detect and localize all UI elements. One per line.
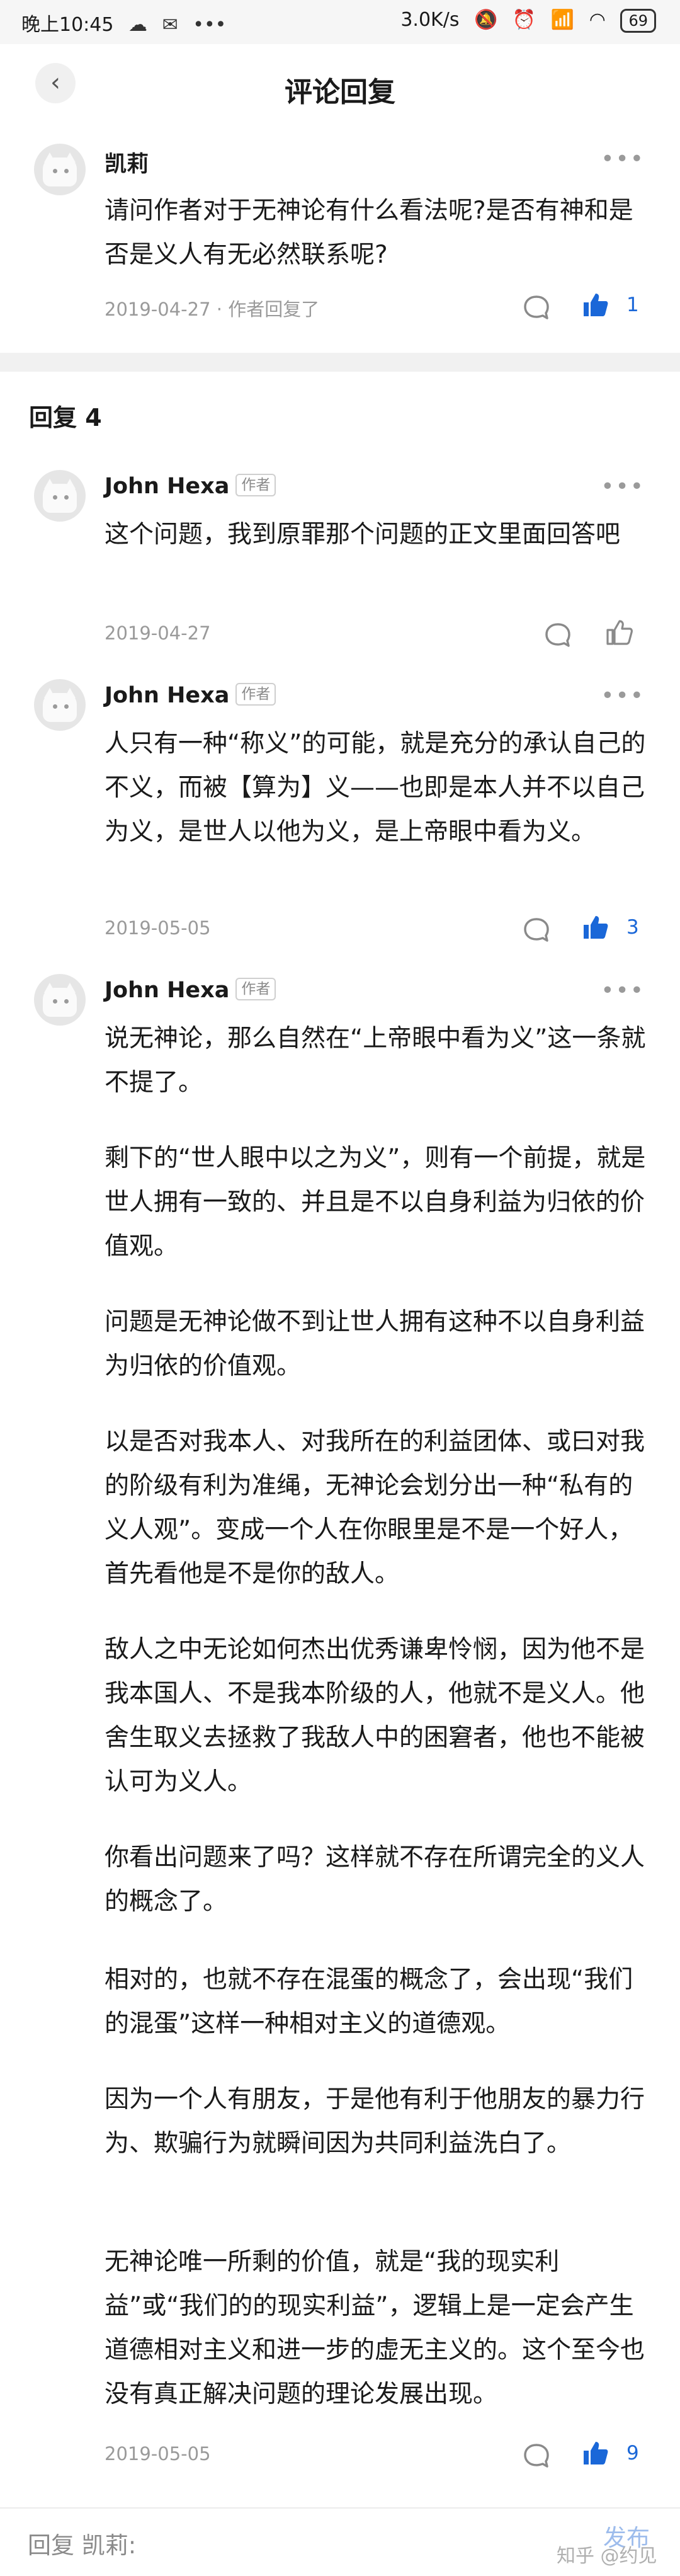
cloud-icon: ☁ [128,14,148,36]
status-time: 晚上10:45 [21,14,114,36]
like-icon[interactable] [582,2439,609,2467]
comment-icon[interactable] [523,2442,550,2470]
like-icon[interactable] [606,619,633,646]
reply-input[interactable]: 回复 凯莉: [28,2526,136,2560]
reply-paragraph: 剩下的“世人眼中以之为义”，则有一个前提，就是世人拥有一致的、并且是不以自身利益… [105,1144,646,1261]
avatar[interactable] [34,470,86,522]
avatar[interactable] [34,679,86,731]
signal-icon: 📶 [550,9,575,31]
network-speed: 3.0K/s [400,9,460,31]
comment-icon[interactable] [544,621,572,649]
notification-dots-icon: ••• [193,14,227,36]
reply-text: 人只有一种“称义”的可能，就是充分的承认自己的不义，而被【算为】义——也即是本人… [105,722,646,854]
avatar[interactable] [34,144,86,195]
reply-author[interactable]: John Hexa 作者 [105,978,276,1003]
replies-header: 回复 4 [29,404,102,432]
author-replied-label[interactable]: · 作者回复了 [217,299,319,320]
alarm-icon: ⏰ [512,9,536,31]
reply-input-bar: 回复 凯莉: 发布 知乎 @约见 [0,2507,680,2576]
page-header: ‹ 评论回复 [0,44,680,139]
like-count: 9 [626,2442,639,2464]
author-badge: 作者 [235,474,276,496]
reply-paragraph: 人只有一种“称义”的可能，就是充分的承认自己的不义，而被【算为】义——也即是本人… [105,730,646,846]
watermark: 知乎 @约见 [557,2545,657,2567]
reply-paragraph: 说无神论，那么自然在“上帝眼中看为义”这一条就不提了。 [105,1024,646,1097]
author-badge: 作者 [235,978,276,1000]
reply-date: 2019-04-27 [105,622,211,644]
like-count: 1 [626,294,639,316]
comment-icon[interactable] [523,916,550,944]
like-icon[interactable] [582,913,609,941]
chat-icon: ✉ [162,14,178,36]
author-badge: 作者 [235,683,276,706]
reply-author-name[interactable]: John Hexa [105,683,229,708]
reply-paragraph: 敌人之中无论如何杰出优秀谦卑怜悯，因为他不是我本国人、不是我本阶级的人，他就不是… [105,1635,645,1796]
avatar[interactable] [34,974,86,1026]
reply-date: 2019-05-05 [105,2443,211,2464]
wifi-icon: ◠ [589,9,606,31]
reply-text: 这个问题，我到原罪那个问题的正文里面回答吧 [105,513,646,557]
comment-meta: 2019-04-27 · 作者回复了 [105,295,319,321]
reply-paragraph: 这个问题，我到原罪那个问题的正文里面回答吧 [105,520,621,549]
reply-paragraph: 以是否对我本人、对我所在的利益团体、或曰对我的阶级有利为准绳，无神论会划分出一种… [105,1428,645,1588]
comment-author[interactable]: 凯莉 [105,146,149,178]
battery-indicator: 69 [620,9,656,33]
section-divider [0,353,680,372]
like-count: 3 [626,916,639,939]
comment-icon[interactable] [523,294,550,321]
more-options-icon[interactable]: ••• [601,683,645,709]
reply-paragraph: 因为一个人有朋友，于是他有利于他朋友的暴力行为、欺骗行为就瞬间因为共同利益洗白了… [105,2085,645,2158]
reply-paragraph: 问题是无神论做不到让世人拥有这种不以自身利益为归依的价值观。 [105,1308,645,1380]
page-title: 评论回复 [285,76,395,108]
comment-text: 请问作者对于无神论有什么看法呢?是否有神和是否是义人有无必然联系呢? [105,197,633,269]
like-icon[interactable] [582,291,609,319]
reply-author-name[interactable]: John Hexa [105,474,229,499]
reply-author-name[interactable]: John Hexa [105,978,229,1003]
reply-paragraph: 相对的，也就不存在混蛋的概念了，会出现“我们的混蛋”这样一种相对主义的道德观。 [105,1966,633,2038]
reply-paragraph: 无神论唯一所剩的价值，就是“我的现实利益”或“我们的的现实利益”，逻辑上是一定会… [105,2248,645,2408]
reply-date: 2019-05-05 [105,917,211,939]
more-options-icon[interactable]: ••• [601,978,645,1004]
mute-icon: 🔕 [474,9,498,31]
reply-author[interactable]: John Hexa 作者 [105,474,276,499]
reply-paragraph: 你看出问题来了吗？这样就不存在所谓完全的义人的概念了。 [105,1843,645,1916]
comment-date: 2019-04-27 [105,299,211,320]
more-options-icon[interactable]: ••• [601,146,645,172]
more-options-icon[interactable]: ••• [601,474,645,500]
status-bar: 晚上10:45 ☁ ✉ ••• 3.0K/s 🔕 ⏰ 📶 ◠ 69 [0,0,680,44]
reply-author[interactable]: John Hexa 作者 [105,683,276,708]
